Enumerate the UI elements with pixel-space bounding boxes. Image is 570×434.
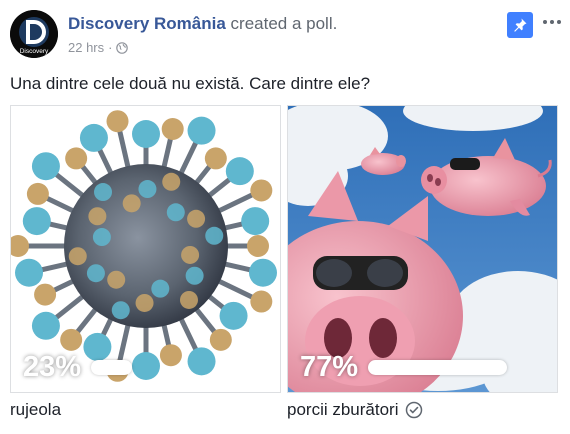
more-options-icon <box>543 20 547 24</box>
post-timestamp[interactable]: 22 hrs <box>68 40 104 55</box>
meta-separator: · <box>108 40 113 55</box>
flying-pigs-illustration <box>288 106 557 392</box>
more-options-dot <box>557 20 561 24</box>
poll-percent: 23% <box>23 351 82 383</box>
globe-icon[interactable] <box>116 41 129 54</box>
post-header-line: Discovery România created a poll. <box>68 14 337 34</box>
poll-percent: 77% <box>300 351 359 383</box>
poll-question: Una dintre cele două nu există. Care din… <box>10 74 371 93</box>
poll-option-label[interactable]: rujeola <box>10 400 61 420</box>
poll-option-porcii-zburatori[interactable]: 77% <box>287 105 558 393</box>
poll-option-label-text: porcii zburători <box>287 400 399 419</box>
poll-option-label[interactable]: porcii zburători <box>287 400 423 420</box>
poll-result-bar <box>91 360 133 375</box>
pin-post-button[interactable] <box>507 12 533 38</box>
poll-result-bar <box>368 360 508 375</box>
pin-icon <box>514 18 527 32</box>
page-avatar[interactable]: Discovery <box>10 10 58 58</box>
poll-result-rujeola: 23% <box>23 351 133 384</box>
poll-option-label-text: rujeola <box>10 400 62 419</box>
more-options-button[interactable] <box>541 12 563 32</box>
discovery-logo: Discovery <box>10 10 58 58</box>
check-circle-icon <box>405 401 423 419</box>
poll-result-porcii-zburatori: 77% <box>300 351 508 384</box>
poll-option-rujeola[interactable]: 23% <box>10 105 281 393</box>
avatar-logo-text: Discovery <box>20 48 49 55</box>
author-name[interactable]: Discovery România <box>68 14 226 33</box>
post-meta: 22 hrs · <box>68 40 129 55</box>
measles-virus-illustration <box>11 106 280 392</box>
more-options-dot <box>550 20 554 24</box>
post-action-text: created a poll. <box>230 14 338 33</box>
